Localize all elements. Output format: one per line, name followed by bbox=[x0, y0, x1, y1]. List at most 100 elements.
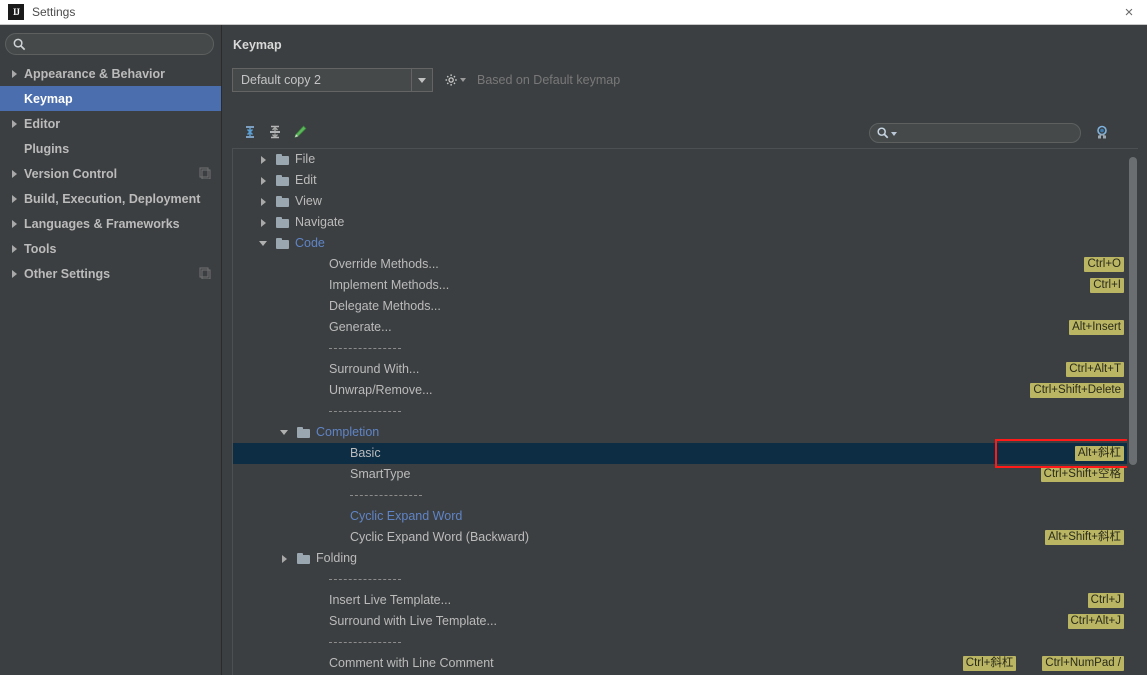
expand-all-icon[interactable] bbox=[239, 121, 261, 143]
chevron-right-icon[interactable] bbox=[255, 212, 271, 233]
separator-line bbox=[350, 495, 422, 496]
tree-folder-row[interactable]: Navigate bbox=[233, 212, 1138, 233]
chevron-right-icon[interactable] bbox=[6, 61, 22, 86]
chevron-right-icon[interactable] bbox=[6, 236, 22, 261]
settings-search-input[interactable] bbox=[30, 34, 205, 54]
find-by-shortcut-icon[interactable] bbox=[1091, 122, 1113, 144]
close-icon[interactable]: × bbox=[1111, 0, 1147, 25]
sidebar-item-other-settings[interactable]: Other Settings bbox=[0, 261, 221, 286]
folder-icon bbox=[297, 427, 310, 438]
gear-icon[interactable] bbox=[445, 70, 469, 90]
chevron-down-icon[interactable] bbox=[411, 69, 432, 91]
shortcut-badge: Ctrl+O bbox=[1084, 257, 1124, 272]
tree-folder-label: Completion bbox=[316, 425, 380, 439]
sidebar-item-version-control[interactable]: Version Control bbox=[0, 161, 221, 186]
keymap-combo[interactable]: Default copy 2 bbox=[232, 68, 433, 92]
tree-action-label: Cyclic Expand Word (Backward) bbox=[350, 530, 529, 544]
sidebar-item-languages-frameworks[interactable]: Languages & Frameworks bbox=[0, 211, 221, 236]
tree-folder-row[interactable]: Edit bbox=[233, 170, 1138, 191]
folder-icon bbox=[276, 175, 289, 186]
keymap-find-input[interactable] bbox=[900, 124, 1072, 142]
grid-icon bbox=[199, 267, 211, 280]
tree-scrollbar-thumb[interactable] bbox=[1129, 157, 1137, 465]
tree-folder-row[interactable]: File bbox=[233, 149, 1138, 170]
shortcut-badge: Ctrl+J bbox=[1087, 593, 1124, 608]
tree-action-row[interactable]: Unwrap/Remove... Ctrl+Shift+Delete bbox=[233, 380, 1138, 401]
tree-folder-row[interactable]: Code bbox=[233, 233, 1138, 254]
separator-line bbox=[329, 642, 401, 643]
separator-line bbox=[329, 411, 401, 412]
page-title: Keymap bbox=[233, 38, 282, 52]
keymap-find-box[interactable] bbox=[869, 123, 1081, 143]
sidebar-item-appearance-behavior[interactable]: Appearance & Behavior bbox=[0, 61, 221, 86]
tree-action-label: Override Methods... bbox=[329, 257, 439, 271]
tree-folder-row[interactable]: Folding bbox=[233, 548, 1138, 569]
window-title: Settings bbox=[32, 5, 76, 19]
sidebar-item-editor[interactable]: Editor bbox=[0, 111, 221, 136]
app-logo-icon: IJ bbox=[8, 4, 24, 20]
folder-icon bbox=[297, 553, 310, 564]
settings-dialog: IJ Settings × Appearance & Behavior Keyma… bbox=[0, 0, 1147, 675]
copy-icon bbox=[199, 167, 211, 180]
settings-sidebar: Appearance & Behavior Keymap Editor Plugins… bbox=[0, 25, 222, 675]
chevron-right-icon[interactable] bbox=[6, 186, 22, 211]
tree-action-row[interactable]: Generate... Alt+Insert bbox=[233, 317, 1138, 338]
chevron-right-icon[interactable] bbox=[255, 149, 271, 170]
chevron-right-icon[interactable] bbox=[255, 191, 271, 212]
tree-separator bbox=[233, 485, 1138, 506]
pencil-glyph-icon bbox=[294, 125, 307, 138]
shortcut-badge: Alt+Insert bbox=[1069, 320, 1124, 335]
chevron-right-icon[interactable] bbox=[6, 111, 22, 136]
chevron-down-icon[interactable] bbox=[276, 422, 292, 443]
folder-icon bbox=[276, 196, 289, 207]
shortcut-badge: Alt+Shift+斜杠 bbox=[1045, 530, 1124, 545]
keymap-tree-container: File Edit View Navigate Code Override Methods… bbox=[232, 148, 1138, 675]
chevron-down-icon[interactable] bbox=[255, 233, 271, 254]
tree-folder-row[interactable]: View bbox=[233, 191, 1138, 212]
tree-action-row-selected[interactable]: Basic Alt+斜杠 bbox=[233, 443, 1138, 464]
tree-action-label: SmartType bbox=[350, 467, 411, 481]
keymap-tree[interactable]: File Edit View Navigate Code Override Methods… bbox=[233, 149, 1138, 675]
sidebar-item-build-execution-deployment[interactable]: Build, Execution, Deployment bbox=[0, 186, 221, 211]
chevron-right-icon[interactable] bbox=[255, 170, 271, 191]
sidebar-item-tools[interactable]: Tools bbox=[0, 236, 221, 261]
tree-action-row[interactable]: Comment with Line Comment Ctrl+NumPad / Ct… bbox=[233, 653, 1138, 674]
tree-action-label: Basic bbox=[350, 446, 381, 460]
sidebar-item-label: Keymap bbox=[24, 91, 73, 106]
tree-action-row[interactable]: Cyclic Expand Word (Backward) Alt+Shift+斜… bbox=[233, 527, 1138, 548]
tree-action-row[interactable]: Insert Live Template... Ctrl+J bbox=[233, 590, 1138, 611]
chevron-down-icon[interactable] bbox=[891, 132, 897, 136]
tree-action-row[interactable]: Delegate Methods... bbox=[233, 296, 1138, 317]
tree-folder-label: Edit bbox=[295, 173, 317, 187]
tree-action-row[interactable]: Cyclic Expand Word bbox=[233, 506, 1138, 527]
shortcut-badge: Ctrl+I bbox=[1090, 278, 1124, 293]
folder-icon bbox=[276, 154, 289, 165]
edit-pencil-icon[interactable] bbox=[289, 121, 311, 143]
sidebar-item-keymap[interactable]: Keymap bbox=[0, 86, 221, 111]
chevron-right-icon[interactable] bbox=[6, 161, 22, 186]
title-bar: IJ Settings × bbox=[0, 0, 1147, 25]
collapse-all-icon[interactable] bbox=[264, 121, 286, 143]
tree-action-row[interactable]: Override Methods... Ctrl+O bbox=[233, 254, 1138, 275]
tree-folder-label: Navigate bbox=[295, 215, 345, 229]
tree-folder-row[interactable]: Completion bbox=[233, 422, 1138, 443]
tree-action-row[interactable]: Surround With... Ctrl+Alt+T bbox=[233, 359, 1138, 380]
tree-separator bbox=[233, 569, 1138, 590]
tree-action-label: Cyclic Expand Word bbox=[350, 509, 463, 523]
sidebar-item-label: Other Settings bbox=[24, 266, 111, 281]
chevron-right-icon[interactable] bbox=[276, 548, 292, 569]
keymap-selector-row: Default copy 2 Based on Default keymap bbox=[232, 68, 620, 92]
tree-action-row[interactable]: Surround with Live Template... Ctrl+Alt+J bbox=[233, 611, 1138, 632]
settings-search-box[interactable] bbox=[5, 33, 214, 55]
shortcut-badge: Ctrl+斜杠 bbox=[962, 656, 1017, 671]
chevron-right-icon[interactable] bbox=[6, 211, 22, 236]
tree-folder-label: View bbox=[295, 194, 322, 208]
sidebar-item-plugins[interactable]: Plugins bbox=[0, 136, 221, 161]
tree-action-label: Generate... bbox=[329, 320, 392, 334]
tree-vertical-scrollbar[interactable] bbox=[1127, 149, 1138, 675]
chevron-right-icon[interactable] bbox=[6, 261, 22, 286]
tree-separator bbox=[233, 401, 1138, 422]
folder-icon bbox=[276, 238, 289, 249]
tree-action-row[interactable]: Implement Methods... Ctrl+I bbox=[233, 275, 1138, 296]
tree-action-row[interactable]: SmartType Ctrl+Shift+空格 bbox=[233, 464, 1138, 485]
